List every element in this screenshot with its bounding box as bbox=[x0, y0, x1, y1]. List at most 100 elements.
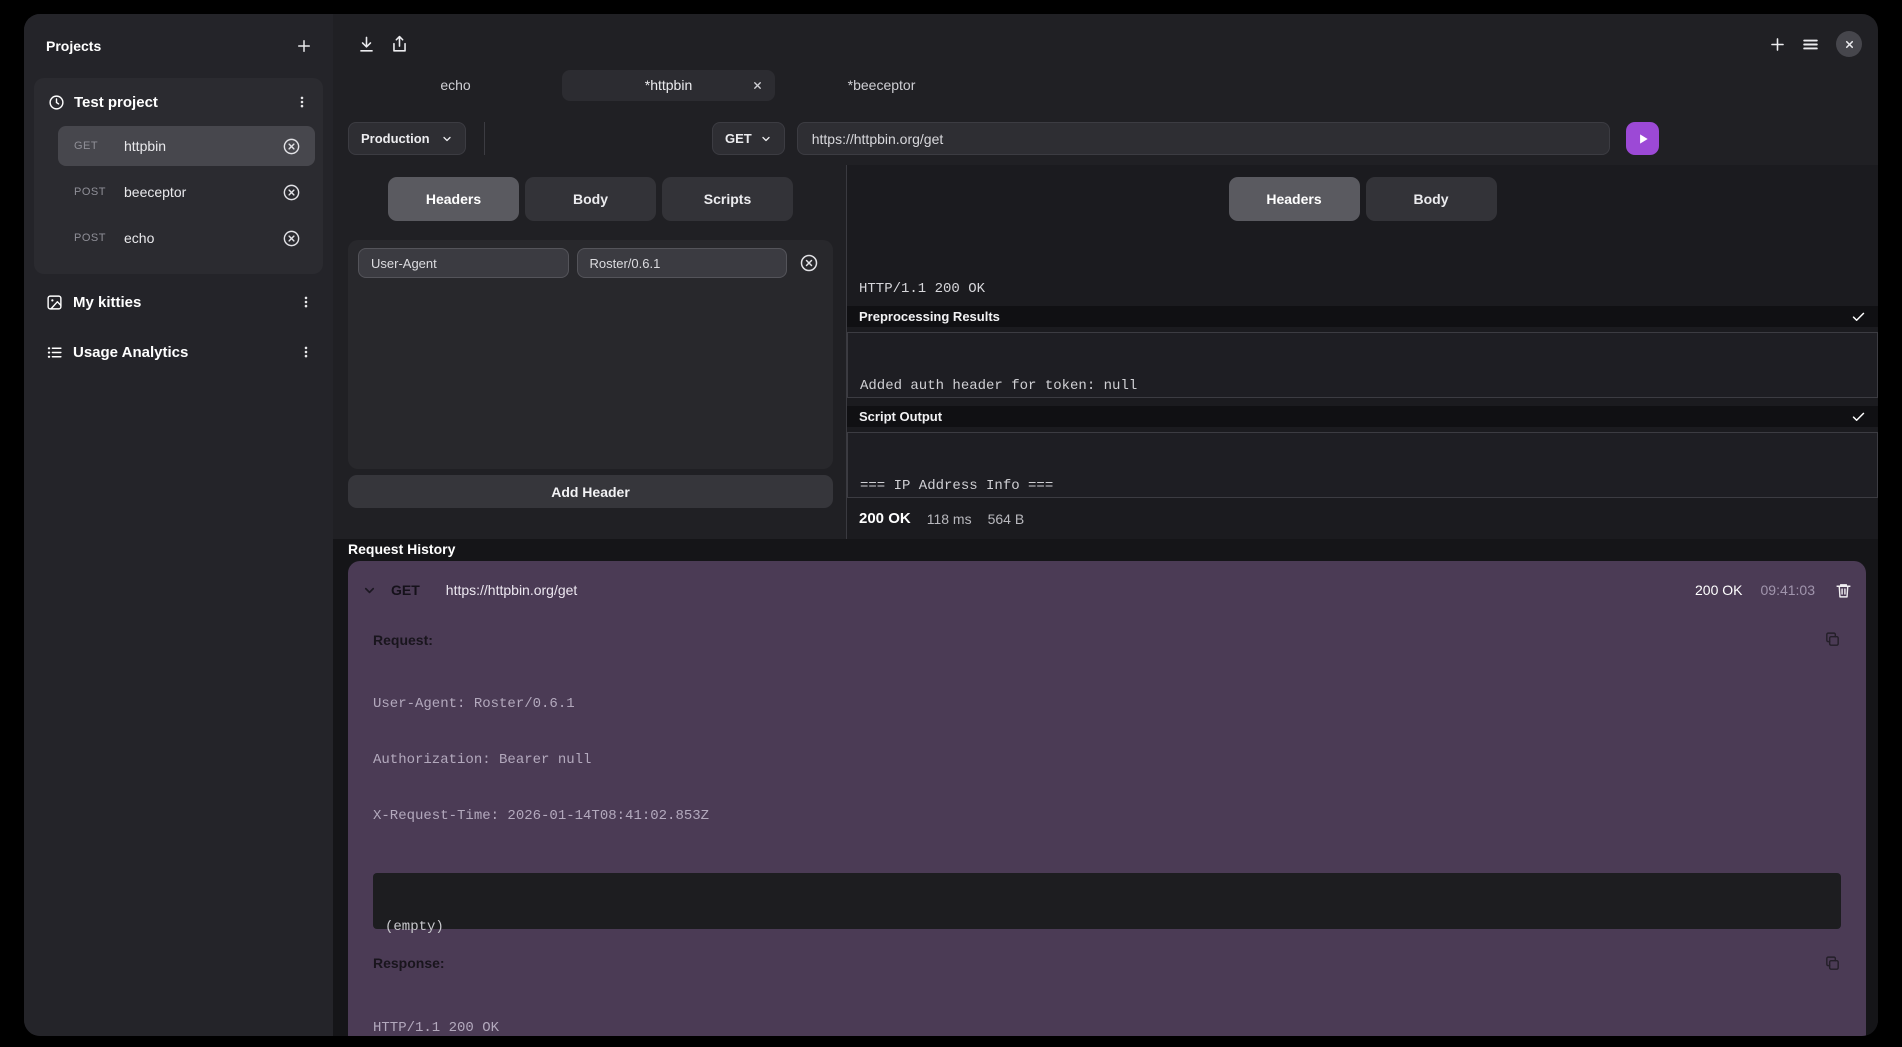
menu-button[interactable] bbox=[1797, 31, 1824, 58]
delete-request-button[interactable] bbox=[278, 133, 305, 160]
script-output: === IP Address Info === IP: 195.146.105.… bbox=[847, 432, 1878, 499]
copy-response-button[interactable] bbox=[1824, 955, 1841, 972]
history-entry-detail: Request: User-Agent: Roster/0.6.1 Author… bbox=[362, 631, 1852, 1036]
history-status: 200 OK bbox=[1695, 582, 1742, 598]
preprocessing-output: Added auth header for token: null --- Re… bbox=[847, 332, 1878, 399]
copy-icon bbox=[1824, 631, 1841, 648]
add-header-button[interactable]: Add Header bbox=[348, 475, 833, 508]
workspace: Headers Body Scripts Add Header bbox=[333, 165, 1878, 539]
kebab-icon bbox=[299, 294, 313, 310]
history-entry: GET https://httpbin.org/get 200 OK 09:41… bbox=[348, 561, 1866, 1036]
tab-response-body[interactable]: Body bbox=[1366, 177, 1497, 221]
method-label: POST bbox=[74, 186, 110, 198]
status-code: 200 OK bbox=[859, 510, 911, 527]
url-input[interactable] bbox=[797, 122, 1610, 155]
tab-request-body[interactable]: Body bbox=[525, 177, 656, 221]
project-card: Test project GET httpbin POST beeceptor bbox=[34, 78, 323, 274]
header-row bbox=[358, 248, 823, 278]
delete-request-button[interactable] bbox=[278, 179, 305, 206]
method-dropdown[interactable]: GET bbox=[712, 122, 785, 155]
new-tab-button[interactable] bbox=[1764, 31, 1791, 58]
tab-response-headers[interactable]: Headers bbox=[1229, 177, 1360, 221]
collection-name: Usage Analytics bbox=[73, 344, 285, 361]
sidebar-item-echo[interactable]: POST echo bbox=[58, 218, 315, 258]
environment-dropdown[interactable]: Production bbox=[348, 122, 466, 155]
x-circle-icon bbox=[282, 229, 301, 248]
import-button[interactable] bbox=[353, 31, 380, 58]
app-window: Projects Test project GET httpbin bbox=[24, 14, 1878, 1036]
chevron-down-icon bbox=[760, 133, 772, 145]
sidebar-item-my-kitties[interactable]: My kitties bbox=[24, 280, 333, 324]
header-line: Authorization: Bearer null bbox=[373, 751, 1841, 770]
header-key-input[interactable] bbox=[358, 248, 569, 278]
response-panel: Headers Body HTTP/1.1 200 OK Date: Wed, … bbox=[846, 165, 1878, 539]
kebab-icon bbox=[295, 94, 309, 110]
output-line: Added auth header for token: null bbox=[860, 377, 1865, 396]
export-button[interactable] bbox=[386, 31, 413, 58]
request-panel: Headers Body Scripts Add Header bbox=[333, 165, 846, 539]
tab-label: *beeceptor bbox=[848, 77, 916, 93]
method-label: GET bbox=[725, 131, 752, 146]
trash-icon bbox=[1835, 582, 1852, 599]
header-value-input[interactable] bbox=[577, 248, 788, 278]
collection-name: My kitties bbox=[73, 294, 285, 311]
request-name: beeceptor bbox=[124, 184, 264, 200]
sidebar-item-beeceptor[interactable]: POST beeceptor bbox=[58, 172, 315, 212]
download-icon bbox=[357, 35, 376, 54]
remove-header-button[interactable] bbox=[795, 249, 823, 277]
image-icon bbox=[46, 294, 63, 311]
tab-echo[interactable]: echo bbox=[349, 70, 562, 101]
environment-label: Production bbox=[361, 131, 430, 146]
sidebar-header: Projects bbox=[24, 14, 333, 72]
header-line: User-Agent: Roster/0.6.1 bbox=[373, 695, 1841, 714]
projects-title: Projects bbox=[46, 38, 101, 54]
response-panel-tabs: Headers Body bbox=[847, 177, 1878, 221]
tab-request-headers[interactable]: Headers bbox=[388, 177, 519, 221]
response-status-bar: 200 OK 118 ms 564 B bbox=[847, 498, 1878, 539]
check-icon bbox=[1851, 309, 1866, 324]
tab-beeceptor[interactable]: *beeceptor bbox=[775, 70, 988, 101]
collection-menu-button[interactable] bbox=[295, 290, 317, 314]
chevron-down-icon bbox=[441, 133, 453, 145]
play-icon bbox=[1636, 132, 1650, 146]
section-title: Script Output bbox=[859, 409, 942, 424]
header-line: X-Request-Time: 2026-01-14T08:41:02.853Z bbox=[373, 807, 1841, 826]
close-window-button[interactable] bbox=[1836, 31, 1862, 57]
close-icon bbox=[752, 80, 763, 91]
sidebar-item-httpbin[interactable]: GET httpbin bbox=[58, 126, 315, 166]
request-name: echo bbox=[124, 230, 264, 246]
header-line: HTTP/1.1 200 OK bbox=[373, 1019, 1841, 1036]
output-line: === IP Address Info === bbox=[860, 477, 1865, 496]
plus-icon bbox=[295, 37, 313, 55]
add-project-button[interactable] bbox=[291, 33, 317, 59]
request-panel-tabs: Headers Body Scripts bbox=[348, 177, 833, 221]
delete-history-button[interactable] bbox=[1835, 582, 1852, 599]
request-headers: User-Agent: Roster/0.6.1 Authorization: … bbox=[373, 658, 1841, 863]
check-icon bbox=[1851, 409, 1866, 424]
response-section-header: Response: bbox=[373, 955, 1841, 972]
tab-httpbin[interactable]: *httpbin bbox=[562, 70, 775, 101]
tab-label: echo bbox=[440, 77, 470, 93]
sidebar-item-usage-analytics[interactable]: Usage Analytics bbox=[24, 330, 333, 374]
request-label: Request: bbox=[373, 632, 433, 648]
request-history: Request History GET https://httpbin.org/… bbox=[333, 539, 1878, 1036]
kebab-icon bbox=[299, 344, 313, 360]
history-entry-row[interactable]: GET https://httpbin.org/get 200 OK 09:41… bbox=[362, 575, 1852, 605]
collection-menu-button[interactable] bbox=[295, 340, 317, 364]
request-history-title: Request History bbox=[333, 539, 1878, 557]
headers-list bbox=[348, 240, 833, 469]
response-label: Response: bbox=[373, 955, 445, 971]
close-tab-button[interactable] bbox=[752, 80, 763, 91]
project-menu-button[interactable] bbox=[291, 90, 313, 114]
chevron-down-icon[interactable] bbox=[362, 583, 377, 598]
history-url: https://httpbin.org/get bbox=[446, 582, 1681, 598]
copy-request-button[interactable] bbox=[1824, 631, 1841, 648]
send-button[interactable] bbox=[1626, 122, 1659, 155]
delete-request-button[interactable] bbox=[278, 225, 305, 252]
toolbar bbox=[333, 14, 1878, 64]
tab-request-scripts[interactable]: Scripts bbox=[662, 177, 793, 221]
project-header[interactable]: Test project bbox=[34, 78, 323, 126]
request-name: httpbin bbox=[124, 138, 264, 154]
section-title: Preprocessing Results bbox=[859, 309, 1000, 324]
main-area: echo *httpbin *beeceptor Production GET bbox=[333, 14, 1878, 1036]
